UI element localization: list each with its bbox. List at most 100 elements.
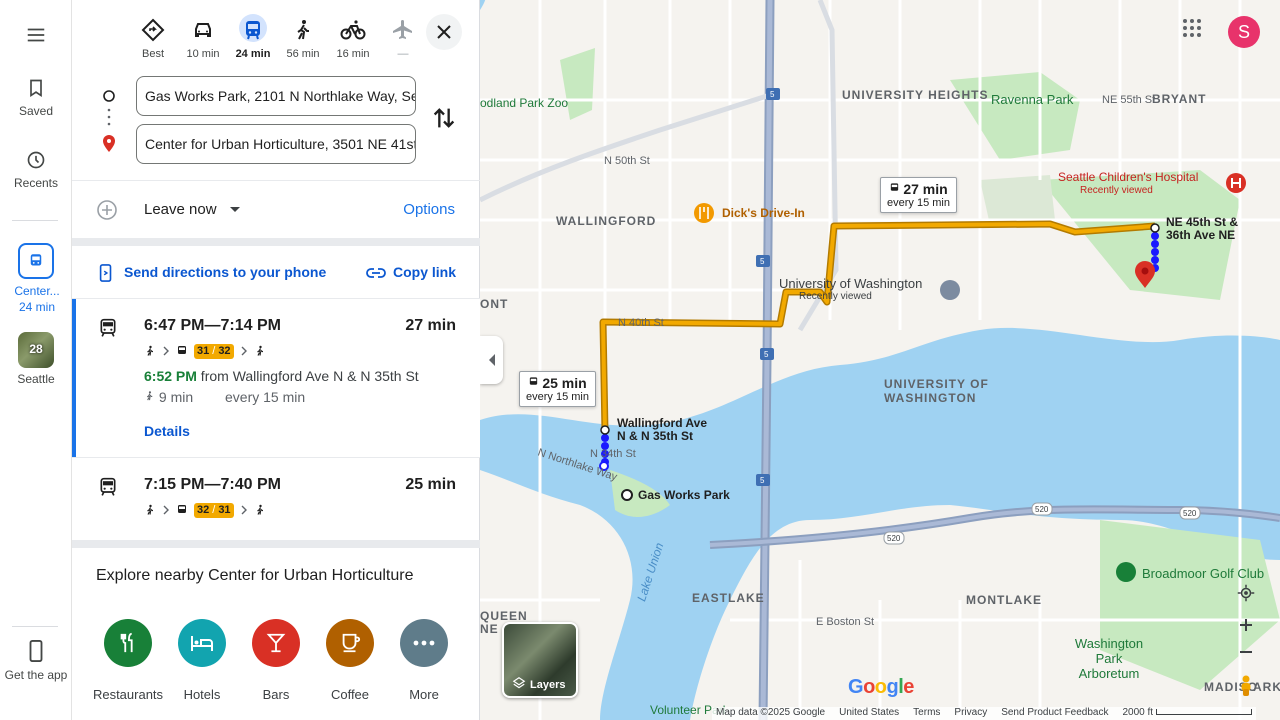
- scale-bar[interactable]: 2000 ft: [1123, 707, 1252, 720]
- stop-label-ne45: NE 45th St & 36th Ave NE: [1166, 216, 1238, 242]
- terms-link[interactable]: Terms: [913, 707, 940, 720]
- menu-button[interactable]: [0, 24, 72, 52]
- svg-text:520: 520: [887, 534, 901, 543]
- map-label: N 40th St: [618, 317, 664, 329]
- get-app-label: Get the app: [4, 668, 68, 682]
- bus-icon: [891, 183, 899, 191]
- close-directions-button[interactable]: [426, 14, 462, 50]
- zoom-in-button[interactable]: [1232, 611, 1260, 639]
- link-icon: [366, 268, 386, 278]
- map-poi-label: Dick's Drive-In: [722, 206, 805, 220]
- directions-icon: [141, 18, 165, 42]
- category-hotels[interactable]: Hotels: [166, 619, 238, 702]
- mode-driving-label: 10 min: [186, 48, 220, 60]
- svg-text:5: 5: [760, 476, 765, 485]
- street-view-pegman[interactable]: [1232, 672, 1260, 700]
- mode-cycling[interactable]: 16 min: [328, 18, 378, 60]
- category-label: Hotels: [183, 687, 221, 702]
- layers-button[interactable]: Layers: [502, 622, 578, 698]
- swap-icon[interactable]: [430, 104, 458, 132]
- map-label: QUEEN: [480, 609, 528, 623]
- coffee-icon: [326, 619, 374, 667]
- walk-icon: [146, 391, 153, 401]
- bus-frequency: every 15 min: [225, 389, 306, 405]
- walk-icon: [147, 345, 153, 356]
- route-callout-27[interactable]: 27 min every 15 min: [880, 177, 957, 213]
- recent-seattle-thumbnail[interactable]: 28: [18, 332, 54, 368]
- collapse-panel-button[interactable]: [480, 336, 503, 384]
- category-label: Restaurants: [92, 687, 164, 702]
- walk-icon: [297, 20, 309, 40]
- route-callout-25[interactable]: 25 min every 15 min: [519, 371, 596, 407]
- chevron-right-icon: [163, 505, 169, 515]
- category-bars[interactable]: Bars: [240, 619, 312, 702]
- privacy-link[interactable]: Privacy: [954, 707, 987, 720]
- leave-now-dropdown[interactable]: Leave now: [144, 201, 241, 218]
- recent-transit-label[interactable]: Center... 24 min: [4, 283, 70, 315]
- zoom-out-button[interactable]: [1232, 638, 1260, 666]
- walk-icon: [256, 504, 263, 515]
- mode-driving[interactable]: 10 min: [178, 18, 228, 60]
- map-label: Ravenna Park: [991, 92, 1074, 107]
- bus-line-b: 31: [218, 503, 231, 516]
- mode-best[interactable]: Best: [128, 18, 178, 60]
- mode-walking-label: 56 min: [286, 48, 320, 60]
- origin-input[interactable]: Gas Works Park, 2101 N Northlake Way, Se…: [136, 76, 416, 116]
- category-more[interactable]: More: [388, 619, 460, 702]
- hospital-label: Seattle Children's Hospital: [1058, 170, 1199, 184]
- category-label: Coffee: [330, 687, 370, 702]
- origin-label: Gas Works Park: [638, 488, 730, 502]
- mode-transit[interactable]: 24 min: [228, 14, 278, 60]
- layers-label: Layers: [530, 679, 566, 691]
- mode-flights-label: —: [397, 48, 409, 60]
- map-label: EASTLAKE: [692, 591, 765, 605]
- seattle-label[interactable]: Seattle: [0, 372, 72, 386]
- map-label: MONTLAKE: [966, 593, 1042, 607]
- map-label: WALLINGFORD: [556, 214, 657, 228]
- route-details-link[interactable]: Details: [144, 423, 190, 439]
- transit-icon: [246, 21, 260, 40]
- send-directions-link[interactable]: Send directions to your phone: [124, 264, 326, 280]
- bookmark-icon: [30, 79, 42, 98]
- region-link[interactable]: United States: [839, 707, 899, 720]
- options-link[interactable]: Options: [403, 201, 455, 218]
- map-label: ONT: [480, 297, 509, 311]
- stop-label-line2: N & N 35th St: [617, 429, 694, 443]
- chevron-left-icon: [488, 354, 495, 366]
- caret-down-icon: [229, 207, 240, 212]
- apps-grid-icon[interactable]: [1182, 18, 1202, 38]
- get-app-button[interactable]: Get the app: [0, 640, 72, 682]
- bike-icon: [340, 20, 366, 40]
- map-label: NE 55th St: [1102, 94, 1156, 106]
- route-option-2[interactable]: 7:15 PM—7:40 PM 25 min 32/31: [72, 458, 480, 540]
- feedback-link[interactable]: Send Product Feedback: [1001, 707, 1108, 720]
- category-coffee[interactable]: Coffee: [314, 619, 386, 702]
- close-icon: [437, 25, 451, 39]
- route-time-range: 6:47 PM—7:14 PM: [144, 317, 281, 334]
- copy-link-button[interactable]: Copy link: [393, 264, 456, 280]
- chevron-right-icon: [241, 346, 247, 356]
- map-canvas[interactable]: 5 5 5 5 520 520 520 Ravenna Park BRYANT …: [480, 0, 1280, 720]
- category-restaurants[interactable]: Restaurants: [92, 619, 164, 702]
- account-avatar[interactable]: S: [1228, 16, 1260, 48]
- saved-button[interactable]: Saved: [0, 78, 72, 118]
- hotel-icon: [178, 619, 226, 667]
- route-steps: 32/31: [144, 501, 266, 519]
- route-duration: 27 min: [405, 317, 456, 334]
- recent-transit-button[interactable]: [18, 243, 54, 279]
- add-stop-icon[interactable]: [96, 199, 118, 221]
- destination-input[interactable]: Center for Urban Horticulture, 3501 NE 4…: [136, 124, 416, 164]
- mode-flights[interactable]: —: [378, 18, 428, 60]
- map-base: 5 5 5 5 520 520 520: [480, 0, 1280, 720]
- route-option-1[interactable]: 6:47 PM—7:14 PM 27 min 31/32 6:52 PM fro…: [72, 299, 480, 457]
- callout-frequency: every 15 min: [526, 391, 589, 403]
- my-location-button[interactable]: [1232, 579, 1260, 607]
- walk-time: 9 min: [158, 389, 194, 405]
- uw-sublabel: Recently viewed: [799, 291, 872, 302]
- map-label: UNIVERSITY HEIGHTS: [842, 88, 989, 102]
- recents-button[interactable]: Recents: [0, 150, 72, 190]
- map-label: Washington Park Arboretum: [1074, 636, 1144, 681]
- mode-walking[interactable]: 56 min: [278, 18, 328, 60]
- bus-icon: [178, 505, 186, 513]
- route-time-range: 7:15 PM—7:40 PM: [144, 476, 281, 493]
